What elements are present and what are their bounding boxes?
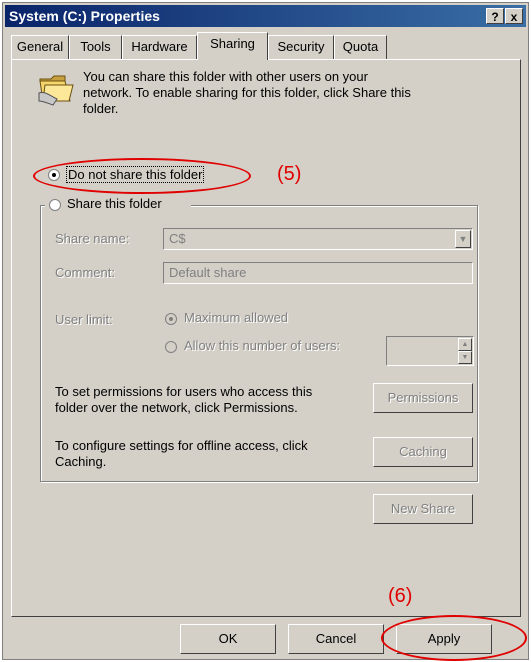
annotation-circle-6 [381,615,527,661]
maximum-allowed-label: Maximum allowed [184,310,289,325]
tab-hardware[interactable]: Hardware [122,35,197,59]
caching-text-line2: Caching. [55,454,107,469]
chevron-down-icon[interactable]: ▼ [455,230,471,248]
radio-allow-number[interactable] [165,341,177,353]
info-text-line3: folder. [83,101,119,116]
ok-button[interactable]: OK [180,624,276,654]
comment-field[interactable]: Default share [163,262,473,284]
cancel-button[interactable]: Cancel [288,624,384,654]
radio-maximum-allowed[interactable] [165,313,177,325]
spin-buttons[interactable]: ▲ ▼ [458,338,472,364]
permissions-text-line2: folder over the network, click Permissio… [55,400,298,415]
caching-text-line1: To configure settings for offline access… [55,438,308,453]
info-text-line2: network. To enable sharing for this fold… [83,85,411,100]
share-name-dropdown[interactable]: C$ ▼ [163,228,473,250]
share-name-label: Share name: [55,231,130,246]
share-name-value: C$ [169,231,186,246]
tab-sharing[interactable]: Sharing [197,32,268,60]
tab-security[interactable]: Security [268,35,334,59]
annotation-circle-5 [33,158,251,194]
tab-tools[interactable]: Tools [69,35,122,59]
radio-share-label[interactable]: Share this folder [67,196,162,211]
comment-label: Comment: [55,265,115,280]
tab-quota[interactable]: Quota [334,35,387,59]
annotation-label-6: (6) [388,585,413,607]
permissions-text-line1: To set permissions for users who access … [55,384,313,399]
new-share-button[interactable]: New Share [373,494,473,524]
user-count-stepper[interactable]: ▲ ▼ [386,336,474,366]
properties-dialog: System (C:) Properties ? x General Tools… [2,2,529,661]
caching-button[interactable]: Caching [373,437,473,467]
tab-general[interactable]: General [11,35,69,59]
permissions-button[interactable]: Permissions [373,383,473,413]
title-bar[interactable]: System (C:) Properties ? x [5,5,526,27]
shared-folder-icon [38,75,74,106]
annotation-label-5: (5) [277,163,302,185]
allow-number-label: Allow this number of users: [184,338,341,353]
window-title: System (C:) Properties [9,8,160,24]
spin-up-icon[interactable]: ▲ [458,338,472,351]
user-limit-label: User limit: [55,312,113,327]
radio-share-this-folder[interactable] [49,199,61,211]
help-button[interactable]: ? [486,8,504,24]
spin-down-icon[interactable]: ▼ [458,351,472,364]
info-text-line1: You can share this folder with other use… [83,69,368,84]
share-radio-wrapper: Share this folder [45,196,191,214]
close-button[interactable]: x [505,8,523,24]
